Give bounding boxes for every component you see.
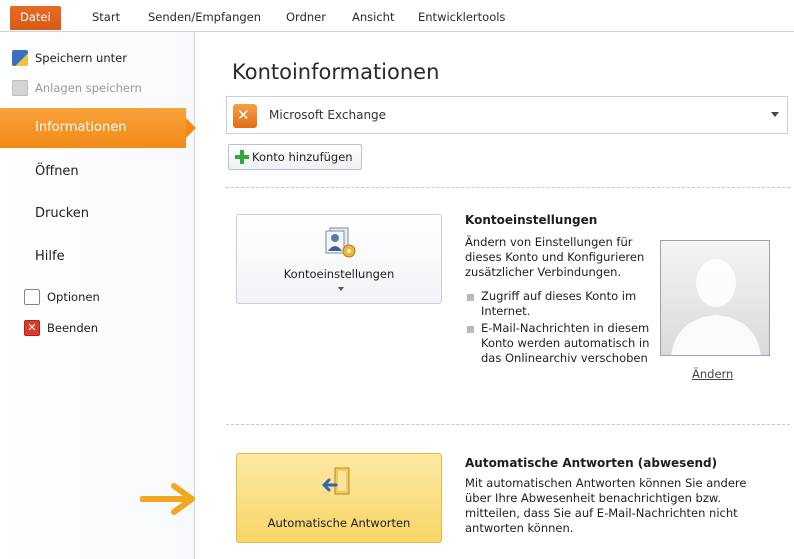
tab-developer-tools[interactable]: Entwicklertools	[408, 6, 515, 28]
automatic-replies-button[interactable]: Automatische Antworten	[236, 453, 442, 543]
save-attachments-icon	[12, 80, 28, 96]
tab-folder[interactable]: Ordner	[276, 6, 336, 28]
chevron-down-icon	[338, 287, 344, 291]
exit-command[interactable]: ✕ Beenden	[24, 318, 98, 338]
account-dropdown[interactable]: Microsoft Exchange	[226, 96, 788, 134]
nav-help[interactable]: Hilfe	[0, 237, 195, 277]
change-photo-link[interactable]: Ändern	[692, 367, 733, 381]
save-as-icon	[12, 50, 28, 66]
account-settings-button-label: Kontoeinstellungen	[283, 267, 395, 281]
automatic-replies-icon	[322, 467, 350, 495]
automatic-replies-heading: Automatische Antworten (abwesend)	[465, 456, 718, 470]
plus-icon	[235, 150, 249, 164]
tab-start[interactable]: Start	[82, 6, 130, 28]
exit-icon: ✕	[24, 320, 40, 336]
nav-information[interactable]: Informationen	[0, 108, 196, 148]
tab-view[interactable]: Ansicht	[342, 6, 404, 28]
page-title: Kontoinformationen	[232, 60, 440, 84]
backstage-nav: Speichern unter Anlagen speichern Inform…	[0, 32, 196, 559]
account-settings-heading: Kontoeinstellungen	[465, 213, 598, 227]
arrow-right-icon	[140, 483, 195, 515]
list-item: Zugriff auf dieses Konto im Internet.	[465, 289, 655, 319]
save-attachments-label: Anlagen speichern	[35, 81, 142, 95]
options-icon	[24, 289, 40, 305]
save-attachments-command: Anlagen speichern	[12, 78, 142, 98]
automatic-replies-button-label: Automatische Antworten	[267, 516, 411, 530]
account-settings-description: Ändern von Einstellungen für dieses Kont…	[465, 235, 645, 279]
ribbon-tab-bar: Datei Start Senden/Empfangen Ordner Ansi…	[0, 0, 794, 32]
save-as-label: Speichern unter	[35, 51, 127, 65]
nav-print[interactable]: Drucken	[0, 194, 195, 234]
tab-send-receive[interactable]: Senden/Empfangen	[138, 6, 271, 28]
automatic-replies-description: Mit automatischen Antworten können Sie a…	[465, 476, 747, 535]
add-account-label: Konto hinzufügen	[252, 150, 353, 164]
profile-photo[interactable]	[660, 240, 770, 356]
exit-label: Beenden	[47, 321, 98, 335]
save-as-command[interactable]: Speichern unter	[12, 48, 127, 68]
chevron-down-icon	[771, 112, 779, 117]
tab-file[interactable]: Datei	[10, 6, 61, 30]
person-silhouette-icon	[671, 259, 761, 355]
account-settings-icon	[325, 227, 356, 258]
options-command[interactable]: Optionen	[24, 287, 100, 307]
add-account-button[interactable]: Konto hinzufügen	[228, 144, 362, 170]
account-settings-button[interactable]: Kontoeinstellungen	[236, 214, 442, 304]
options-label: Optionen	[47, 290, 100, 304]
divider	[226, 187, 790, 188]
nav-open[interactable]: Öffnen	[0, 152, 195, 192]
account-name: Microsoft Exchange	[269, 108, 387, 122]
list-item: E-Mail-Nachrichten in diesem Konto werde…	[465, 321, 655, 366]
divider	[226, 424, 790, 425]
exchange-icon	[233, 104, 257, 128]
